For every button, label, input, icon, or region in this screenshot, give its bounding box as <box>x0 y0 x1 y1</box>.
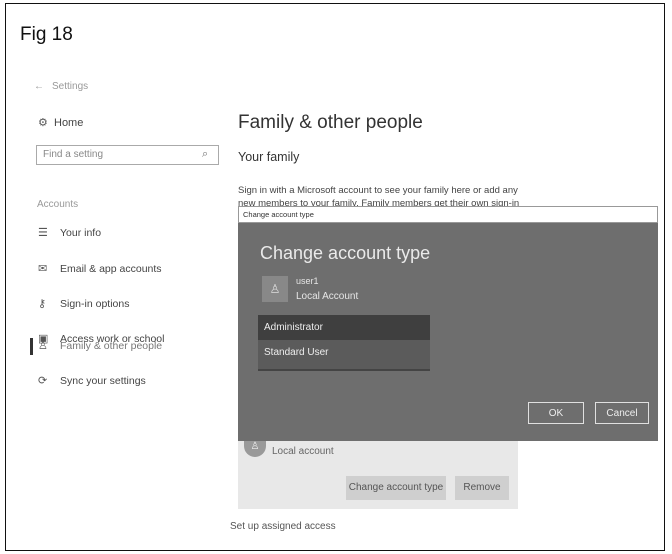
user-account-type: Local Account <box>296 291 359 302</box>
dialog-heading: Change account type <box>260 243 431 263</box>
sidebar-item-your-info[interactable]: ☰ Your info <box>38 226 101 239</box>
sidebar-item-label: Sign-in options <box>60 298 130 310</box>
account-type-label: Local account <box>272 446 334 457</box>
change-account-type-button[interactable]: Change account type <box>346 476 446 500</box>
sync-icon: ⟳ <box>38 375 48 387</box>
remove-button[interactable]: Remove <box>455 476 509 500</box>
sidebar-item-sign-in-options[interactable]: ⚷ Sign-in options <box>38 297 129 310</box>
sidebar-item-sync[interactable]: ⟳ Sync your settings <box>38 374 146 387</box>
home-label: Home <box>54 117 84 129</box>
sidebar-home[interactable]: ⚙ Home <box>38 116 83 129</box>
ok-button[interactable]: OK <box>528 402 584 424</box>
search-icon: ⌕ <box>202 148 209 160</box>
user-name: user1 <box>296 276 319 286</box>
account-type-select[interactable]: Administrator Standard User <box>258 315 430 371</box>
sidebar-item-label: Your info <box>60 227 102 239</box>
assigned-access-link[interactable]: Set up assigned access <box>230 521 336 532</box>
sidebar-item-family[interactable]: ♙ Family & other people <box>38 339 162 352</box>
account-card: ♙ Local account Change account type Remo… <box>238 441 518 509</box>
search-input[interactable]: Find a setting <box>36 145 219 165</box>
sidebar-item-label: Family & other people <box>60 340 163 352</box>
mail-icon: ✉ <box>38 263 48 275</box>
dialog-title-bar: Change account type <box>238 206 658 223</box>
figure-frame: Fig 18 ← Settings ⚙ Home Find a setting ⌕ … <box>5 3 665 551</box>
user-avatar-icon: ♙ <box>262 276 288 302</box>
person-icon: ♙ <box>38 340 48 352</box>
back-arrow-icon: ← <box>34 81 44 92</box>
person-card-icon: ☰ <box>38 227 48 239</box>
cancel-button[interactable]: Cancel <box>595 402 649 424</box>
page-title: Family & other people <box>238 112 423 133</box>
figure-label: Fig 18 <box>20 24 73 45</box>
settings-title: Settings <box>52 81 89 92</box>
description-line: Sign in with a Microsoft account to see … <box>238 185 518 196</box>
back-button[interactable]: ← Settings <box>34 81 88 92</box>
active-indicator <box>30 338 33 355</box>
account-avatar-icon: ♙ <box>244 441 266 457</box>
sidebar-item-label: Sync your settings <box>60 375 146 387</box>
change-account-type-dialog: Change account type ♙ user1 Local Accoun… <box>238 223 658 441</box>
option-administrator[interactable]: Administrator <box>258 315 430 340</box>
option-standard-user[interactable]: Standard User <box>258 340 430 365</box>
sidebar-item-label: Email & app accounts <box>60 263 162 275</box>
sidebar-section-title: Accounts <box>37 199 79 210</box>
section-heading: Your family <box>238 150 300 164</box>
sidebar-item-email-accounts[interactable]: ✉ Email & app accounts <box>38 262 162 275</box>
home-gear-icon: ⚙ <box>38 117 48 129</box>
key-icon: ⚷ <box>38 298 47 310</box>
